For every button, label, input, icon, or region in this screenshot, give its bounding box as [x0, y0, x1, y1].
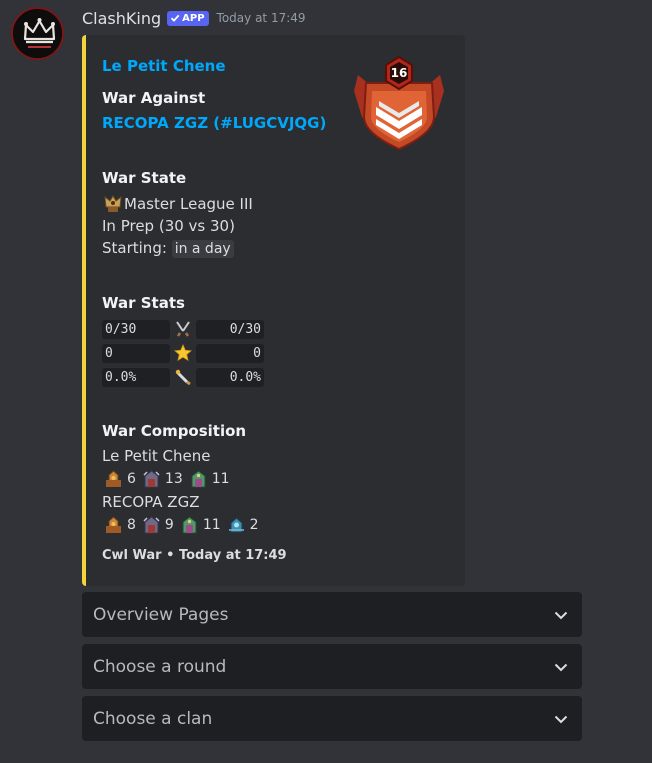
- stat-destruction-left: 0.0%: [102, 367, 170, 387]
- league-name: Master League III: [124, 195, 253, 213]
- chevron-down-icon: [554, 611, 568, 619]
- war-stats-label: War Stats: [102, 294, 185, 312]
- th-count: 8: [127, 517, 136, 533]
- th-count: 6: [127, 471, 136, 487]
- townhall-icon: [228, 516, 244, 532]
- select-clan[interactable]: Choose a clan: [82, 696, 582, 741]
- stats-row-destruction: 0.0% 0.0%: [102, 367, 264, 387]
- opponent-link[interactable]: RECOPA ZGZ (#LUGCVJQG): [102, 114, 326, 132]
- clan-link[interactable]: Le Petit Chene: [102, 57, 226, 75]
- starting-label: Starting:: [102, 239, 167, 257]
- townhall-icon: [106, 515, 121, 533]
- stats-row-stars: 0 0: [102, 343, 264, 363]
- message-timestamp: Today at 17:49: [216, 11, 306, 25]
- star-icon: [172, 344, 194, 363]
- chevron-down-icon: [554, 663, 568, 671]
- select-label: Choose a round: [93, 656, 227, 677]
- war-state-label: War State: [102, 169, 187, 187]
- swords-icon: [172, 320, 194, 339]
- clan-level: 16: [390, 66, 408, 80]
- stats-row-attacks: 0/30 0/30: [102, 319, 264, 339]
- app-badge-label: APP: [182, 12, 205, 24]
- townhall-icon: [143, 469, 160, 487]
- message-header: ClashKing APP Today at 17:49: [82, 7, 306, 29]
- check-icon: [171, 14, 180, 22]
- app-badge: APP: [167, 10, 209, 26]
- war-against-label: War Against: [102, 89, 206, 107]
- war-composition-label: War Composition: [102, 422, 247, 440]
- war-status: In Prep (30 vs 30): [102, 217, 235, 235]
- crown-icon: [13, 9, 62, 58]
- league-line: Master League III: [102, 194, 253, 214]
- clan2-composition: 8 9 11 2: [104, 514, 261, 536]
- stat-attacks-right: 0/30: [196, 319, 264, 339]
- clan1-composition: 6 13 11: [104, 468, 232, 490]
- townhall-icon: [143, 515, 160, 533]
- clan2-name: RECOPA ZGZ: [102, 493, 200, 511]
- select-overview-pages[interactable]: Overview Pages: [82, 592, 582, 637]
- th-count: 11: [202, 517, 221, 533]
- clan1-name: Le Petit Chene: [102, 447, 211, 465]
- stat-attacks-left: 0/30: [102, 319, 170, 339]
- select-round[interactable]: Choose a round: [82, 644, 582, 689]
- select-label: Overview Pages: [93, 604, 229, 625]
- stat-stars-left: 0: [102, 343, 170, 363]
- bot-avatar[interactable]: [11, 7, 64, 60]
- starting-line: Starting: in a day: [102, 239, 234, 258]
- th-count: 11: [211, 471, 230, 487]
- th-count: 9: [164, 517, 174, 533]
- author-name[interactable]: ClashKing: [82, 9, 161, 28]
- league-icon: [104, 195, 122, 212]
- select-label: Choose a clan: [93, 708, 213, 729]
- townhall-icon: [182, 515, 197, 533]
- townhall-icon: [106, 469, 121, 487]
- stat-stars-right: 0: [196, 343, 264, 363]
- th-count: 2: [249, 517, 259, 533]
- embed-footer: Cwl War • Today at 17:49: [102, 548, 287, 563]
- chevron-down-icon: [554, 715, 568, 723]
- starting-value: in a day: [171, 240, 234, 258]
- destruction-icon: [172, 368, 194, 387]
- th-count: 13: [164, 471, 183, 487]
- townhall-icon: [191, 469, 206, 487]
- stat-destruction-right: 0.0%: [196, 367, 264, 387]
- war-embed: 16 Le Petit Chene War Against RECOPA ZGZ…: [82, 35, 465, 586]
